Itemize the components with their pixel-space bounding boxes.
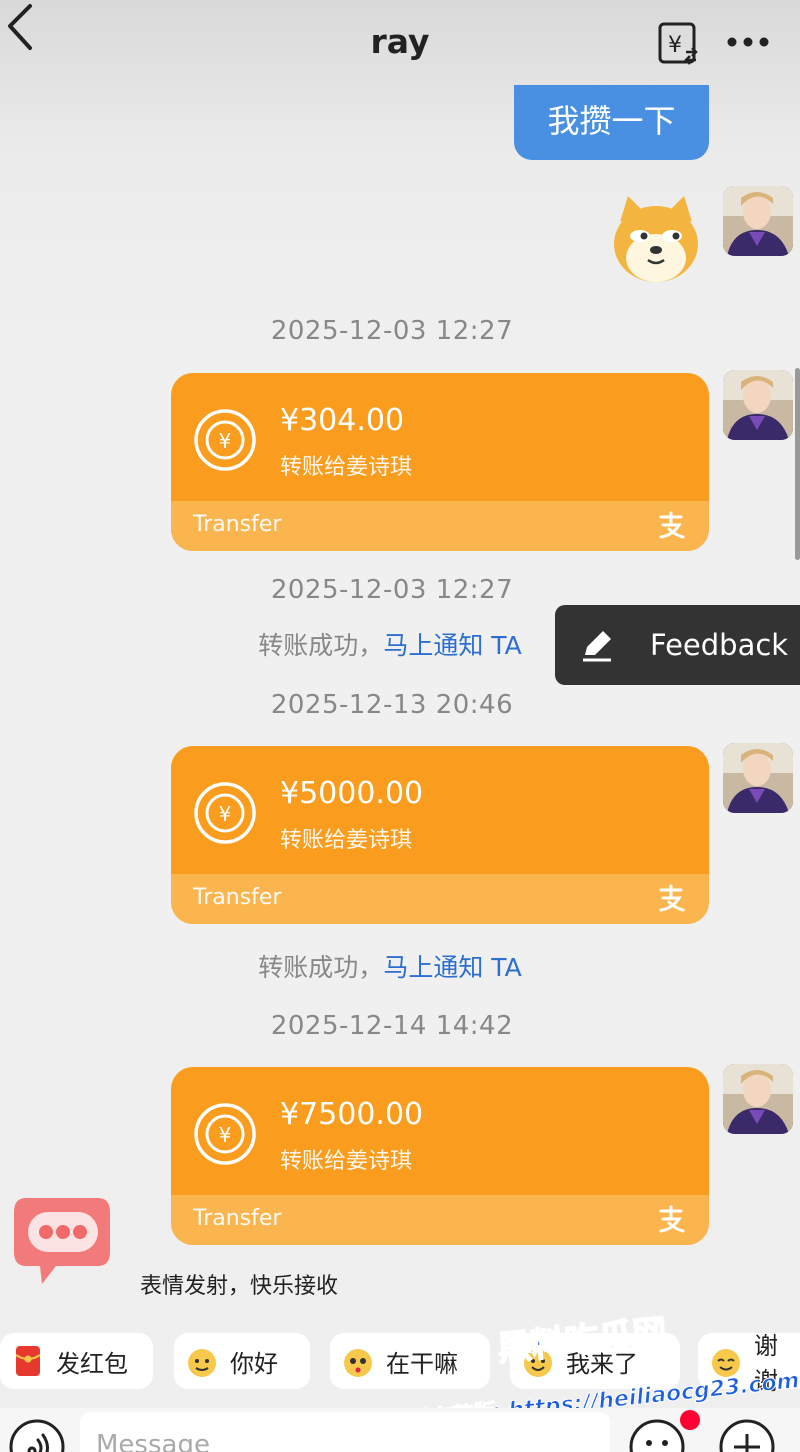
message-bubble[interactable]: 我攒一下 — [514, 85, 709, 160]
transfer-footer: Transfer — [171, 874, 709, 924]
chip-label: 你好 — [230, 1349, 278, 1378]
feedback-button[interactable]: Feedback — [555, 605, 800, 685]
transfer-coin-icon: ¥ — [194, 782, 256, 844]
quick-reply-red-packet[interactable]: 发红包 — [0, 1333, 153, 1389]
pen-icon — [583, 631, 611, 662]
curious-face-icon — [344, 1349, 372, 1377]
timestamp: 2025-12-03 12:27 — [270, 316, 514, 346]
transfer-amount: ¥5000.00 — [280, 776, 424, 811]
quick-reply-hello[interactable]: 你好 — [174, 1333, 310, 1389]
transfer-card[interactable]: ¥ ¥304.00 转账给姜诗琪 Transfer — [171, 373, 709, 551]
notification-dot — [680, 1410, 700, 1430]
doge-sticker[interactable] — [610, 192, 702, 287]
svg-text:¥: ¥ — [219, 1123, 232, 1147]
emoji-icon[interactable] — [628, 1418, 686, 1452]
voice-icon[interactable] — [8, 1418, 66, 1452]
transfer-label: Transfer — [193, 1206, 282, 1231]
more-options-icon[interactable] — [726, 32, 770, 52]
timestamp: 2025-12-14 14:42 — [270, 1011, 514, 1041]
timestamp: 2025-12-03 12:27 — [270, 575, 514, 605]
transfer-coin-icon: ¥ — [194, 409, 256, 471]
transfer-description: 转账给姜诗琪 — [280, 1149, 413, 1174]
transfer-amount: ¥304.00 — [280, 403, 405, 438]
alipay-icon — [659, 884, 685, 912]
input-placeholder: Message — [96, 1430, 210, 1452]
transfer-label: Transfer — [193, 512, 282, 537]
svg-text:¥: ¥ — [219, 429, 232, 453]
feedback-label: Feedback — [650, 628, 789, 662]
notify-link[interactable]: 马上通知 TA — [383, 953, 521, 982]
transfer-footer: Transfer — [171, 501, 709, 551]
transfer-coin-icon: ¥ — [194, 1103, 256, 1165]
transfer-label: Transfer — [193, 885, 282, 910]
transfer-yen-icon[interactable]: ¥ — [658, 22, 700, 66]
transfer-description: 转账给姜诗琪 — [280, 828, 413, 853]
notice-text: 转账成功， — [258, 631, 384, 660]
alipay-icon — [659, 1205, 685, 1233]
plus-icon[interactable] — [718, 1418, 776, 1452]
chip-label: 发红包 — [56, 1349, 128, 1378]
red-packet-icon — [15, 1346, 41, 1376]
svg-text:¥: ¥ — [219, 802, 232, 826]
transfer-amount: ¥7500.00 — [280, 1097, 424, 1132]
timestamp: 2025-12-13 20:46 — [270, 690, 514, 720]
alipay-icon — [659, 511, 685, 539]
sticker-hint: 表情发射，快乐接收 — [140, 1274, 339, 1299]
svg-text:¥: ¥ — [668, 33, 682, 58]
scrollbar[interactable] — [795, 368, 800, 560]
notify-link[interactable]: 马上通知 TA — [383, 631, 521, 660]
avatar[interactable] — [723, 1064, 793, 1134]
waving-face-icon — [188, 1349, 216, 1377]
chat-bubble-icon[interactable] — [10, 1190, 114, 1290]
transfer-description: 转账给姜诗琪 — [280, 455, 413, 480]
notice-text: 转账成功， — [258, 953, 384, 982]
transfer-success-notice: 转账成功，马上通知 TA — [0, 948, 780, 984]
message-input[interactable]: Message — [80, 1412, 610, 1452]
transfer-card[interactable]: ¥ ¥5000.00 转账给姜诗琪 Transfer — [171, 746, 709, 924]
watermark-title: 黑料吃瓜网 — [495, 1312, 668, 1370]
avatar[interactable] — [723, 370, 793, 440]
avatar[interactable] — [723, 743, 793, 813]
transfer-footer: Transfer — [171, 1195, 709, 1245]
transfer-card[interactable]: ¥ ¥7500.00 转账给姜诗琪 Transfer — [171, 1067, 709, 1245]
avatar[interactable] — [723, 186, 793, 256]
